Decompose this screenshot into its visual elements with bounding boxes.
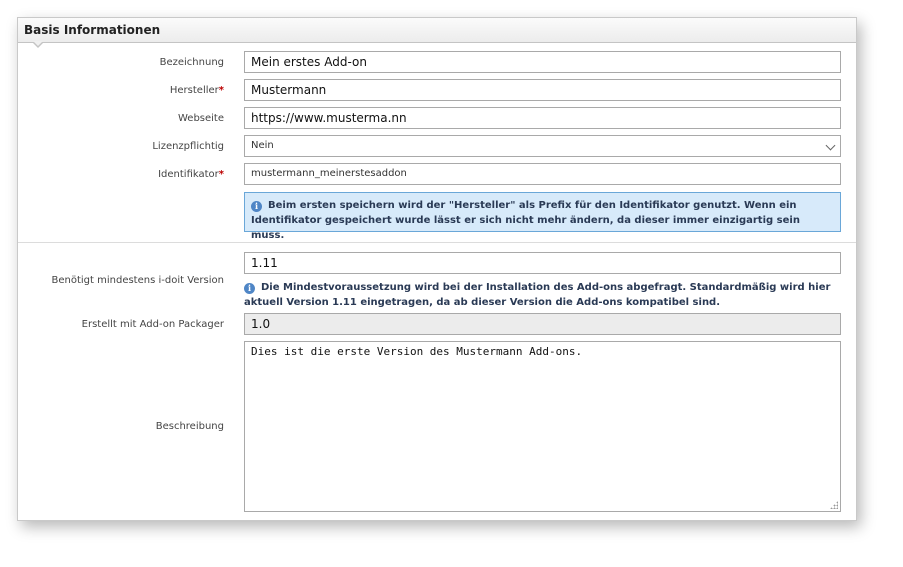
idoit-version-hint-text: Die Mindestvoraussetzung wird bei der In… (244, 282, 831, 308)
identifikator-info-box: i Beim ersten speichern wird der "Herstel… (244, 192, 841, 241)
idoit-version-input[interactable]: 1.11 (244, 252, 841, 274)
idoit-version-label: Benötigt mindestens i-doit Version (51, 275, 225, 286)
info-icon: i (244, 283, 255, 294)
basis-informationen-panel: Basis Informationen Bezeichnung Mein ers… (17, 17, 857, 521)
packager-label: Erstellt mit Add-on Packager (81, 319, 224, 330)
packager-input: 1.0 (244, 313, 841, 335)
identifikator-label: Identifikator* (158, 169, 224, 180)
hersteller-label: Hersteller* (170, 85, 224, 96)
header-notch (32, 41, 44, 48)
info-icon: i (251, 201, 262, 212)
lizenzpflichtig-selected-value: Nein (251, 140, 274, 151)
beschreibung-textarea[interactable]: Dies ist die erste Version des Musterman… (244, 341, 841, 512)
chevron-down-icon[interactable] (825, 140, 836, 151)
resize-grip-icon[interactable] (830, 501, 838, 509)
identifikator-input[interactable]: mustermann_meinerstesaddon (244, 163, 841, 185)
panel-title: Basis Informationen (24, 23, 161, 37)
hersteller-input[interactable]: Mustermann (244, 79, 841, 101)
beschreibung-text: Dies ist die erste Version des Musterman… (251, 345, 583, 358)
panel-header: Basis Informationen (18, 18, 856, 43)
identifikator-label-text: Identifikator (158, 169, 219, 180)
hersteller-label-text: Hersteller (169, 85, 219, 96)
section-divider (18, 242, 856, 243)
lizenzpflichtig-select[interactable]: Nein (244, 135, 841, 157)
required-marker: * (218, 85, 224, 96)
lizenzpflichtig-label: Lizenzpflichtig (152, 141, 224, 152)
idoit-version-hint: i Die Mindestvoraussetzung wird bei der I… (244, 280, 844, 310)
beschreibung-label: Beschreibung (155, 421, 224, 432)
webseite-input[interactable]: https://www.musterma.nn (244, 107, 841, 129)
identifikator-info-text: Beim ersten speichern wird der "Herstell… (251, 200, 800, 241)
bezeichnung-label: Bezeichnung (159, 57, 224, 68)
bezeichnung-input[interactable]: Mein erstes Add-on (244, 51, 841, 73)
webseite-label: Webseite (177, 113, 224, 124)
required-marker: * (218, 169, 224, 180)
